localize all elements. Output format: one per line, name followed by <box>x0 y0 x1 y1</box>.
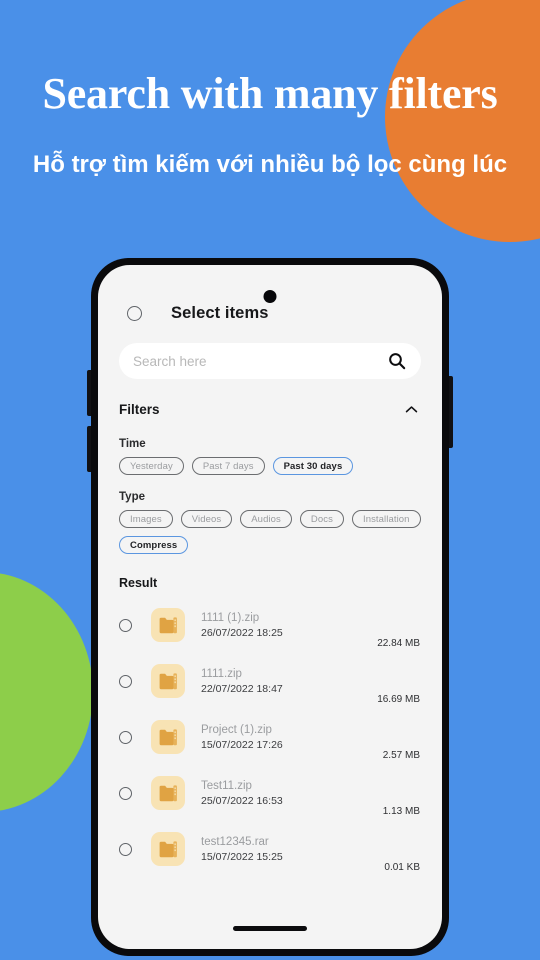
filter-chip-past-7-days[interactable]: Past 7 days <box>191 457 265 475</box>
zip-file-icon <box>151 776 185 810</box>
hero-section: Search with many filters Hỗ trợ tìm kiếm… <box>0 0 540 180</box>
zip-file-icon <box>151 608 185 642</box>
phone-screen: Select items Search here Filters Time Ye… <box>98 265 442 949</box>
filter-chip-installation[interactable]: Installation <box>351 510 421 528</box>
file-date: 26/07/2022 18:25 <box>201 626 283 639</box>
row-select-radio[interactable] <box>119 618 132 632</box>
filter-chip-yesterday[interactable]: Yesterday <box>119 457 184 475</box>
zip-file-icon <box>151 832 185 866</box>
file-date: 15/07/2022 15:25 <box>201 850 283 863</box>
zip-file-icon <box>151 664 185 698</box>
filter-chip-row-time: Yesterday Past 7 days Past 30 days <box>98 457 442 475</box>
file-name: Test11.zip <box>201 779 252 792</box>
filter-group-label-time: Time <box>119 438 146 450</box>
table-row[interactable]: Test11.zip 25/07/2022 16:53 1.13 MB <box>98 765 442 821</box>
table-row[interactable]: 1111 (1).zip 26/07/2022 18:25 22.84 MB <box>98 597 442 653</box>
file-name: test12345.rar <box>201 835 269 848</box>
filters-title: Filters <box>119 402 160 417</box>
chevron-up-icon[interactable] <box>403 401 420 418</box>
file-date: 25/07/2022 16:53 <box>201 794 283 807</box>
row-text-block: test12345.rar 15/07/2022 15:25 <box>201 836 384 863</box>
file-name: 1111 (1).zip <box>201 611 260 624</box>
file-date: 22/07/2022 18:47 <box>201 682 283 695</box>
filters-header[interactable]: Filters <box>98 401 442 418</box>
file-size: 16.69 MB <box>377 694 420 705</box>
filter-chip-audios[interactable]: Audios <box>240 510 292 528</box>
search-bar[interactable]: Search here <box>119 343 421 379</box>
filter-chip-videos[interactable]: Videos <box>180 510 233 528</box>
table-row[interactable]: 1111.zip 22/07/2022 18:47 16.69 MB <box>98 653 442 709</box>
result-list: 1111 (1).zip 26/07/2022 18:25 22.84 MB 1… <box>98 597 442 877</box>
result-label: Result <box>119 576 158 590</box>
file-name: Project (1).zip <box>201 723 272 736</box>
zip-file-icon <box>151 720 185 754</box>
row-text-block: 1111 (1).zip 26/07/2022 18:25 <box>201 612 377 639</box>
app-title: Select items <box>171 303 269 322</box>
file-name: 1111.zip <box>201 667 242 680</box>
page-subtitle: Hỗ trợ tìm kiếm với nhiều bộ lọc cùng lú… <box>32 151 508 178</box>
file-size: 0.01 KB <box>384 862 420 873</box>
filter-chip-past-30-days[interactable]: Past 30 days <box>272 457 354 475</box>
search-input[interactable]: Search here <box>133 354 387 369</box>
search-icon[interactable] <box>387 351 407 371</box>
select-all-radio[interactable] <box>127 305 142 321</box>
file-size: 1.13 MB <box>382 806 420 817</box>
decorative-circle-green <box>0 572 93 812</box>
row-text-block: Project (1).zip 15/07/2022 17:26 <box>201 724 383 751</box>
front-camera-icon <box>263 290 277 303</box>
filter-chip-compress[interactable]: Compress <box>119 536 189 554</box>
phone-mockup: Select items Search here Filters Time Ye… <box>87 258 453 956</box>
phone-frame: Select items Search here Filters Time Ye… <box>91 258 449 956</box>
row-select-radio[interactable] <box>119 786 132 800</box>
row-text-block: 1111.zip 22/07/2022 18:47 <box>201 668 377 695</box>
filter-chip-docs[interactable]: Docs <box>299 510 344 528</box>
filter-chip-images[interactable]: Images <box>119 510 173 528</box>
row-select-radio[interactable] <box>119 674 132 688</box>
row-text-block: Test11.zip 25/07/2022 16:53 <box>201 780 383 807</box>
row-select-radio[interactable] <box>119 730 132 744</box>
row-select-radio[interactable] <box>119 842 132 856</box>
file-size: 2.57 MB <box>382 750 420 761</box>
filter-group-label-type: Type <box>119 491 145 503</box>
file-size: 22.84 MB <box>377 638 420 649</box>
file-date: 15/07/2022 17:26 <box>201 738 283 751</box>
filter-chip-row-type: Images Videos Audios Docs Installation C… <box>98 510 442 554</box>
table-row[interactable]: test12345.rar 15/07/2022 15:25 0.01 KB <box>98 821 442 877</box>
page-title: Search with many filters <box>42 69 498 118</box>
gesture-home-bar[interactable] <box>233 926 307 931</box>
table-row[interactable]: Project (1).zip 15/07/2022 17:26 2.57 MB <box>98 709 442 765</box>
